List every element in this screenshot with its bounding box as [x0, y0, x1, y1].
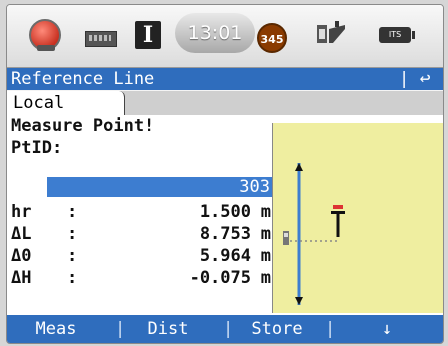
measure-prompt: Measure Point! [11, 116, 155, 136]
battery-icon: ITS [379, 27, 415, 43]
ptid-label: PtID: [11, 138, 63, 158]
row-unit: m [260, 202, 271, 222]
store-button[interactable]: Store [237, 315, 317, 343]
row-colon: : [67, 202, 78, 222]
title-separator: | [399, 69, 410, 89]
row-delta-h: ΔH : -0.075 m [11, 268, 273, 290]
row-unit: m [260, 246, 271, 266]
reference-line-graphic [272, 123, 443, 313]
instrument-marker-icon [283, 231, 289, 245]
row-colon: : [67, 246, 78, 266]
back-icon[interactable]: ↩ [413, 68, 437, 90]
row-value: 5.964 [199, 246, 251, 266]
row-value[interactable]: 1.500 [200, 202, 251, 222]
reference-line [295, 163, 303, 305]
softkey-separator: | [325, 319, 336, 339]
status-bar: I 13:01 345 ITS [7, 5, 443, 68]
row-key: ΔL [11, 224, 32, 244]
row-colon: : [67, 268, 78, 288]
row-colon: : [67, 224, 78, 244]
row-unit: m [260, 224, 271, 244]
instrument-icon [315, 19, 351, 47]
clock: 13:01 [175, 13, 255, 53]
prism-target-icon [29, 19, 61, 51]
row-value: -0.075 [189, 268, 251, 288]
mode-indicator: I [135, 21, 161, 49]
softkey-separator: | [223, 319, 234, 339]
row-key: Δ0 [11, 246, 32, 266]
scale-bar-icon [85, 31, 117, 47]
dist-button[interactable]: Dist [129, 315, 207, 343]
row-value: 8.753 [199, 224, 251, 244]
row-unit: m [260, 268, 271, 288]
row-key: hr [11, 202, 32, 222]
row-delta-l: ΔL : 8.753 m [11, 224, 273, 246]
ptid-input[interactable]: 303 [47, 177, 272, 197]
tab-local[interactable]: Local [7, 91, 125, 116]
tab-bar: Local [7, 91, 443, 116]
title-bar: Reference Line | ↩ [7, 68, 443, 90]
page-title: Reference Line [11, 69, 155, 89]
row-key: ΔH [11, 268, 32, 288]
softkey-separator: | [115, 319, 126, 339]
target-point-icon [331, 205, 345, 237]
device-screen: I 13:01 345 ITS Reference Line | ↩ Local… [6, 4, 444, 344]
face-indicator-badge: 345 [257, 23, 287, 53]
row-delta-o: Δ0 : 5.964 m [11, 246, 273, 268]
softkey-bar: Meas | Dist | Store | ↓ [7, 315, 443, 343]
meas-button[interactable]: Meas [17, 315, 95, 343]
more-arrow-icon[interactable]: ↓ [347, 315, 427, 343]
row-hr: hr : 1.500 m [11, 202, 273, 224]
